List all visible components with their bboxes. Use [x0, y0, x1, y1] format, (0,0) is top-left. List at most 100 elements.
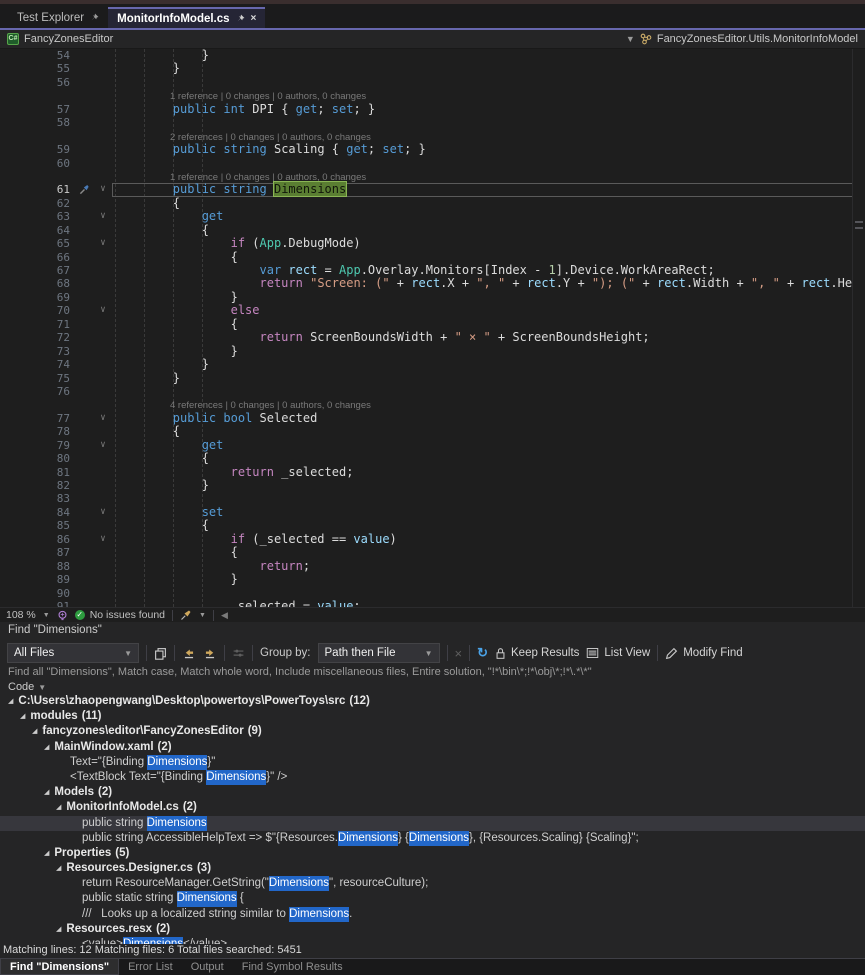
- tree-expander-icon[interactable]: ◢: [20, 709, 25, 724]
- result-folder-row[interactable]: ◢Properties(5): [0, 846, 865, 861]
- breakpoint-margin[interactable]: [0, 89, 34, 102]
- code-filter[interactable]: Code ▼: [0, 680, 865, 694]
- result-match-row[interactable]: /// Looks up a localized string similar …: [0, 907, 865, 922]
- issues-status[interactable]: ✓ No issues found: [75, 609, 165, 621]
- fold-margin[interactable]: [94, 331, 112, 344]
- codelens-row[interactable]: 1 reference | 0 changes | 0 authors, 0 c…: [0, 89, 865, 102]
- fold-margin[interactable]: [94, 560, 112, 573]
- breakpoint-margin[interactable]: [0, 452, 34, 465]
- breakpoint-margin[interactable]: [0, 573, 34, 586]
- breadcrumb-project[interactable]: FancyZonesEditor: [24, 33, 113, 45]
- fold-margin[interactable]: [94, 76, 112, 89]
- fold-margin[interactable]: [94, 103, 112, 116]
- refresh-icon[interactable]: ↻: [477, 645, 488, 661]
- keep-results-button[interactable]: Keep Results: [495, 647, 579, 660]
- breadcrumb-type[interactable]: FancyZonesEditor.Utils.MonitorInfoModel: [657, 33, 858, 45]
- breakpoint-margin[interactable]: [0, 385, 34, 398]
- fold-margin[interactable]: [94, 385, 112, 398]
- fold-margin[interactable]: [94, 600, 112, 607]
- pin-icon[interactable]: [236, 14, 245, 23]
- scope-combobox[interactable]: All Files ▼: [7, 643, 139, 663]
- tree-expander-icon[interactable]: ◢: [56, 800, 61, 815]
- code-line[interactable]: 91 _selected = value;: [0, 600, 865, 607]
- breakpoint-margin[interactable]: [0, 183, 34, 196]
- close-icon[interactable]: ×: [251, 13, 257, 24]
- code-line[interactable]: 86∨ if (_selected == value): [0, 533, 865, 546]
- code-line[interactable]: 65∨ if (App.DebugMode): [0, 237, 865, 250]
- fold-margin[interactable]: [94, 224, 112, 237]
- fold-margin[interactable]: [94, 372, 112, 385]
- breakpoint-margin[interactable]: [0, 345, 34, 358]
- breakpoint-margin[interactable]: [0, 412, 34, 425]
- code-line[interactable]: 63∨ get: [0, 210, 865, 223]
- fold-margin[interactable]: [94, 587, 112, 600]
- group-by-combobox[interactable]: Path then File ▼: [318, 643, 440, 663]
- breakpoint-margin[interactable]: [0, 506, 34, 519]
- next-location-icon[interactable]: [203, 647, 217, 660]
- breakpoint-margin[interactable]: [0, 210, 34, 223]
- breakpoint-margin[interactable]: [0, 197, 34, 210]
- fold-margin[interactable]: [94, 573, 112, 586]
- fold-chevron-icon[interactable]: ∨: [94, 412, 112, 425]
- breakpoint-margin[interactable]: [0, 103, 34, 116]
- breakpoint-margin[interactable]: [0, 170, 34, 183]
- health-indicator-icon[interactable]: [57, 610, 68, 621]
- code-line[interactable]: 69 }: [0, 291, 865, 304]
- breakpoint-margin[interactable]: [0, 439, 34, 452]
- result-match-row[interactable]: public string AccessibleHelpText => $"{R…: [0, 831, 865, 846]
- code-line[interactable]: 58: [0, 116, 865, 129]
- code-line[interactable]: 72 return ScreenBoundsWidth + " × " + Sc…: [0, 331, 865, 344]
- fold-chevron-icon[interactable]: ∨: [94, 237, 112, 250]
- codelens-row[interactable]: 2 references | 0 changes | 0 authors, 0 …: [0, 130, 865, 143]
- tab-find-symbol-results[interactable]: Find Symbol Results: [233, 959, 352, 975]
- tree-expander-icon[interactable]: ◢: [44, 785, 49, 800]
- result-match-row[interactable]: public static string Dimensions {: [0, 891, 865, 906]
- fold-margin[interactable]: [94, 425, 112, 438]
- code-line[interactable]: 55 }: [0, 62, 865, 75]
- fold-margin[interactable]: [94, 492, 112, 505]
- code-line[interactable]: 77∨ public bool Selected: [0, 412, 865, 425]
- result-file-row[interactable]: ◢MonitorInfoModel.cs(2): [0, 800, 865, 815]
- fold-margin[interactable]: [94, 277, 112, 290]
- fold-margin[interactable]: [94, 143, 112, 156]
- code-line[interactable]: 85 {: [0, 519, 865, 532]
- fold-margin[interactable]: [94, 452, 112, 465]
- tab-output[interactable]: Output: [182, 959, 233, 975]
- breakpoint-margin[interactable]: [0, 560, 34, 573]
- breakpoint-margin[interactable]: [0, 331, 34, 344]
- fold-margin[interactable]: [94, 251, 112, 264]
- fold-chevron-icon[interactable]: ∨: [94, 439, 112, 452]
- fold-chevron-icon[interactable]: ∨: [94, 506, 112, 519]
- code-line[interactable]: 66 {: [0, 251, 865, 264]
- breakpoint-margin[interactable]: [0, 143, 34, 156]
- fold-chevron-icon[interactable]: ∨: [94, 304, 112, 317]
- breakpoint-margin[interactable]: [0, 224, 34, 237]
- code-line[interactable]: 71 {: [0, 318, 865, 331]
- tree-expander-icon[interactable]: ◢: [56, 922, 61, 937]
- code-line[interactable]: 89 }: [0, 573, 865, 586]
- code-line[interactable]: 75 }: [0, 372, 865, 385]
- code-line[interactable]: 68 return "Screen: (" + rect.X + ", " + …: [0, 277, 865, 290]
- code-line[interactable]: 62 {: [0, 197, 865, 210]
- copy-results-icon[interactable]: [154, 647, 167, 660]
- fold-margin[interactable]: [94, 546, 112, 559]
- code-line[interactable]: 76: [0, 385, 865, 398]
- breakpoint-margin[interactable]: [0, 466, 34, 479]
- fold-margin[interactable]: [94, 318, 112, 331]
- fold-margin[interactable]: [94, 291, 112, 304]
- fold-margin[interactable]: [94, 264, 112, 277]
- code-line[interactable]: 67 var rect = App.Overlay.Monitors[Index…: [0, 264, 865, 277]
- fold-margin[interactable]: [94, 62, 112, 75]
- fold-chevron-icon[interactable]: ∨: [94, 210, 112, 223]
- pin-icon[interactable]: [90, 13, 99, 22]
- fold-margin[interactable]: [94, 358, 112, 371]
- tree-expander-icon[interactable]: ◢: [8, 694, 13, 709]
- breakpoint-margin[interactable]: [0, 157, 34, 170]
- breakpoint-margin[interactable]: [0, 587, 34, 600]
- breakpoint-margin[interactable]: [0, 533, 34, 546]
- fold-margin[interactable]: [94, 197, 112, 210]
- tree-expander-icon[interactable]: ◢: [32, 724, 37, 739]
- list-view-button[interactable]: List View: [586, 647, 650, 659]
- fold-margin[interactable]: [94, 519, 112, 532]
- breakpoint-margin[interactable]: [0, 600, 34, 607]
